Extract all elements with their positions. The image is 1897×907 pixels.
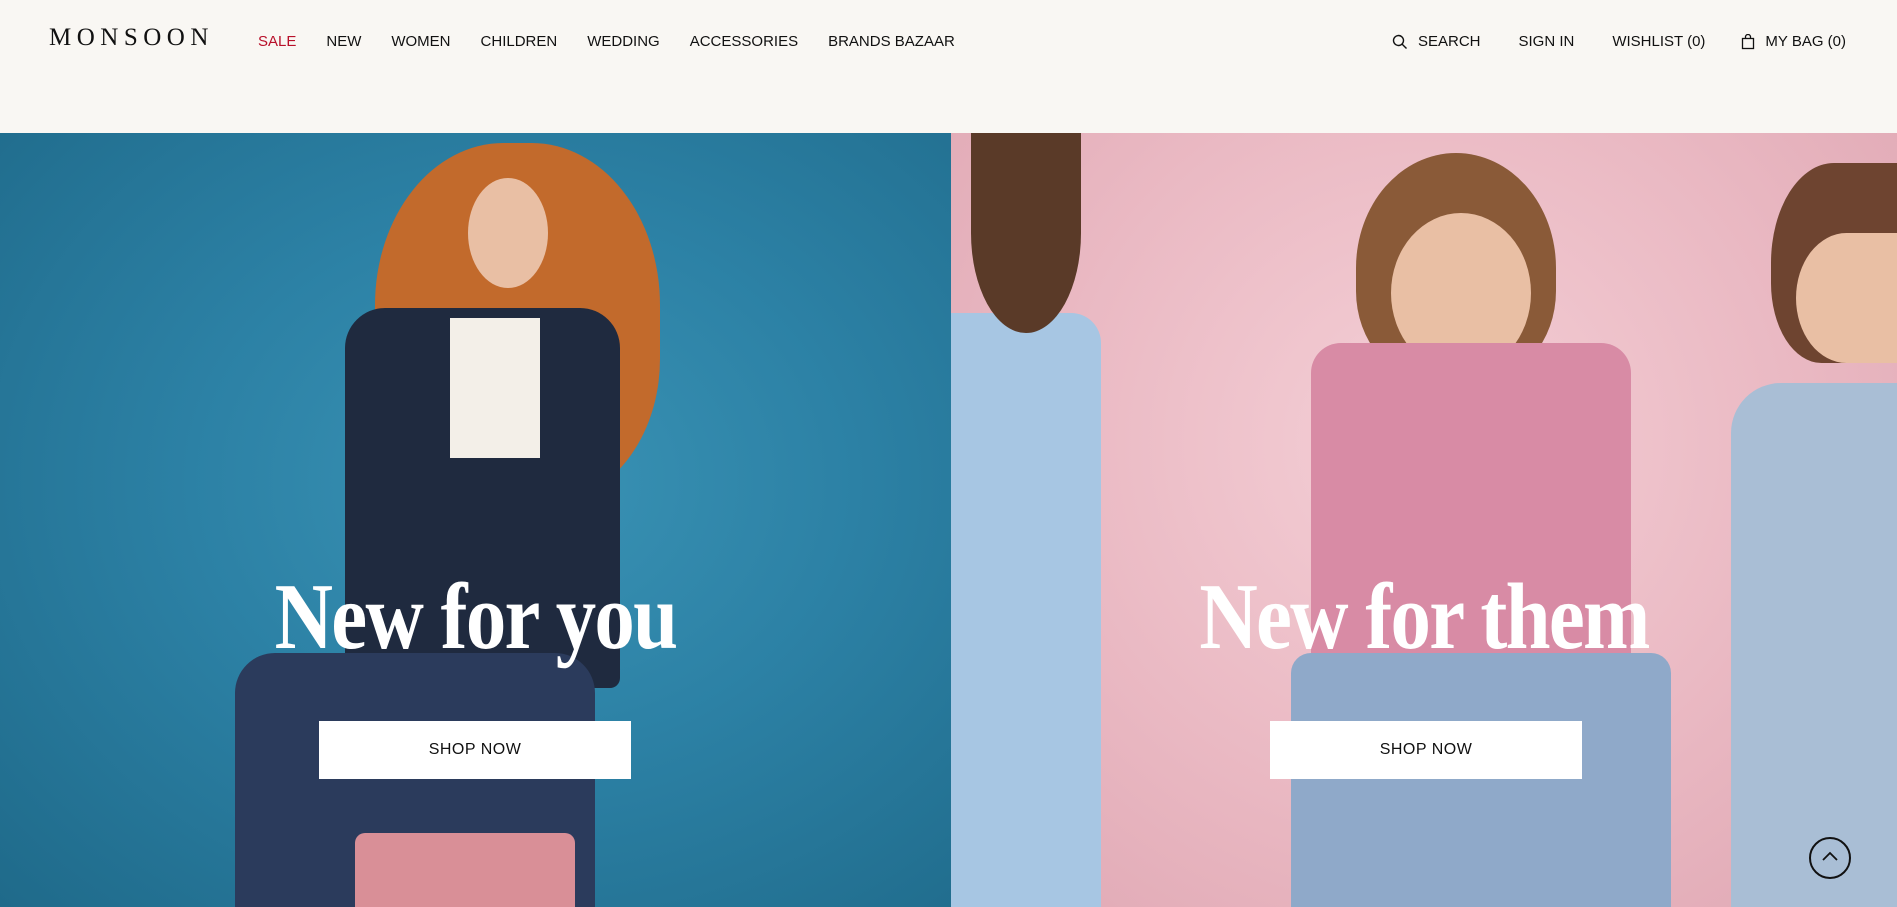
bag-icon: [1741, 33, 1755, 50]
nav-item-children[interactable]: CHILDREN: [481, 33, 558, 50]
nav-item-wedding[interactable]: WEDDING: [587, 33, 660, 50]
search-label: SEARCH: [1417, 33, 1481, 50]
shop-now-button-right[interactable]: SHOP NOW: [1270, 721, 1582, 779]
girl-denim-skirt: [1291, 653, 1671, 907]
utility-nav: SEARCH SIGN IN WISHLIST (0) MY BAG (0): [1392, 33, 1846, 50]
nav-item-new[interactable]: NEW: [326, 33, 361, 50]
site-header: MONSOON SALE NEW WOMEN CHILDREN WEDDING …: [0, 0, 1897, 133]
model-face: [468, 178, 548, 288]
back-to-top-button[interactable]: [1809, 837, 1851, 879]
sign-in-label: SIGN IN: [1518, 33, 1575, 50]
hero-panel-children[interactable]: New for them SHOP NOW: [951, 133, 1897, 907]
nav-item-accessories[interactable]: ACCESSORIES: [690, 33, 798, 50]
hero-headline-left: New for you: [274, 565, 678, 669]
child-left-head: [971, 133, 1081, 333]
chevron-up-icon: [1821, 849, 1839, 867]
model-collar: [450, 318, 540, 458]
nav-item-brands-bazaar[interactable]: BRANDS BAZAAR: [828, 33, 955, 50]
wishlist-link[interactable]: WISHLIST (0): [1612, 33, 1705, 50]
hero-headline-right: New for them: [1199, 565, 1650, 669]
nav-item-women[interactable]: WOMEN: [391, 33, 450, 50]
wishlist-label: WISHLIST (0): [1612, 33, 1706, 50]
child-right-face: [1796, 233, 1897, 363]
search-icon: [1392, 34, 1408, 50]
pink-stool: [355, 833, 575, 907]
monsoon-logo[interactable]: MONSOON: [49, 24, 214, 52]
main-nav: SALE NEW WOMEN CHILDREN WEDDING ACCESSOR…: [258, 33, 985, 50]
hero-panel-women[interactable]: New for you SHOP NOW: [0, 133, 951, 907]
shop-now-button-left[interactable]: SHOP NOW: [319, 721, 631, 779]
my-bag-link[interactable]: MY BAG (0): [1741, 33, 1846, 50]
sign-in-link[interactable]: SIGN IN: [1519, 33, 1575, 50]
search-button[interactable]: SEARCH: [1392, 33, 1481, 50]
nav-item-sale[interactable]: SALE: [258, 33, 296, 50]
my-bag-label: MY BAG (0): [1765, 33, 1846, 50]
